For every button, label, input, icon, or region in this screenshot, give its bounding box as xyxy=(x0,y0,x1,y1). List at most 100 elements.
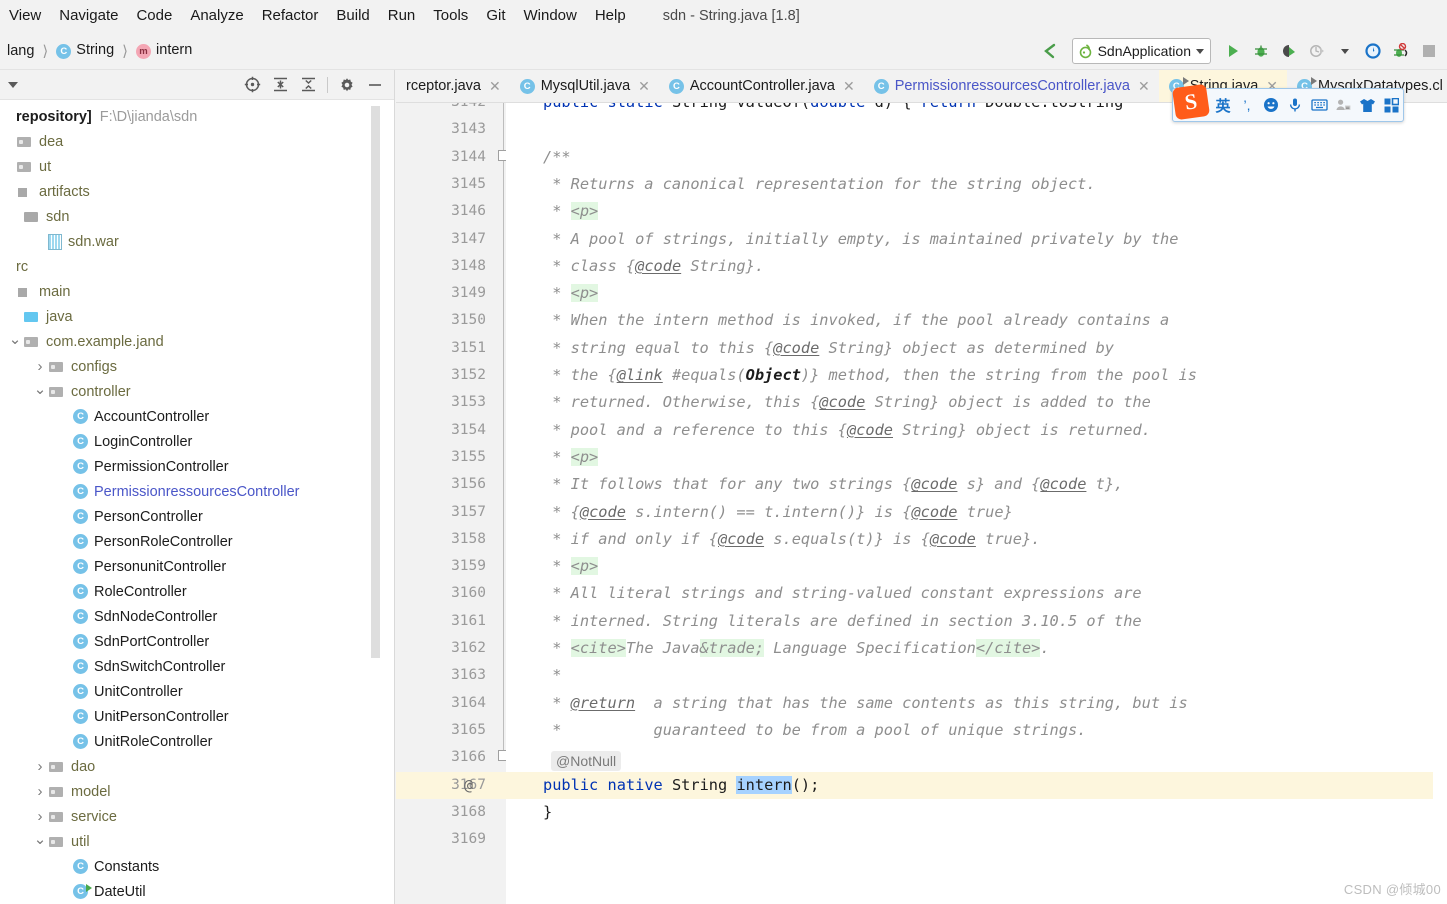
editor-tab[interactable]: rceptor.java ✕ xyxy=(396,70,510,102)
stop-button[interactable] xyxy=(1417,39,1441,63)
chevron-right-icon[interactable] xyxy=(32,783,48,800)
editor-tab[interactable]: C AccountController.java ✕ xyxy=(659,70,864,102)
chevron-down-icon[interactable] xyxy=(32,833,48,851)
annotation-gutter-marker[interactable]: @ xyxy=(464,772,473,799)
tree-row[interactable]: util xyxy=(0,829,380,854)
chevron-down-icon[interactable] xyxy=(32,383,48,401)
code-line[interactable]: * class {@code String}. xyxy=(543,253,764,280)
code-line[interactable]: * <p> xyxy=(543,198,599,225)
tree-row[interactable]: sdn.war xyxy=(0,229,380,254)
tree-row[interactable]: rc xyxy=(0,254,380,279)
menu-help[interactable]: Help xyxy=(586,3,635,29)
menu-git[interactable]: Git xyxy=(477,3,514,29)
ime-voice-input-icon[interactable] xyxy=(1283,92,1307,118)
tree-row[interactable]: C RoleController xyxy=(0,579,380,604)
expand-all-icon[interactable] xyxy=(271,76,289,94)
close-tab-icon[interactable]: ✕ xyxy=(1136,78,1150,95)
tree-row[interactable]: model xyxy=(0,779,380,804)
settings-gear-icon[interactable] xyxy=(338,76,356,94)
tree-row[interactable]: C SdnSwitchController xyxy=(0,654,380,679)
tree-row[interactable]: controller xyxy=(0,379,380,404)
close-tab-icon[interactable]: ✕ xyxy=(841,78,855,95)
sogou-ime-logo[interactable]: S xyxy=(1171,83,1211,121)
code-line[interactable]: * {@code s.intern() == t.intern()} is {@… xyxy=(543,499,1013,526)
debug-button[interactable] xyxy=(1249,39,1273,63)
tree-row[interactable]: C SdnNodeController xyxy=(0,604,380,629)
tree-row[interactable]: C PermissionressourcesController xyxy=(0,479,380,504)
menu-window[interactable]: Window xyxy=(514,3,585,29)
code-line[interactable]: * All literal strings and string-valued … xyxy=(543,580,1141,607)
editor-tab[interactable]: C PermissionressourcesController.java ✕ xyxy=(864,70,1159,102)
chevron-right-icon[interactable] xyxy=(32,808,48,825)
ime-language-mode-icon[interactable]: 英 xyxy=(1211,92,1235,118)
close-tab-icon[interactable]: ✕ xyxy=(636,78,650,95)
tree-row[interactable]: com.example.jand xyxy=(0,329,380,354)
select-opened-file-icon[interactable] xyxy=(243,76,261,94)
code-line[interactable]: public static String valueOf(double d) {… xyxy=(543,103,1123,116)
ime-user-icon[interactable] xyxy=(1331,92,1355,118)
menu-run[interactable]: Run xyxy=(379,3,425,29)
tree-row[interactable]: configs xyxy=(0,354,380,379)
update-running-application-button[interactable] xyxy=(1361,39,1385,63)
close-tab-icon[interactable]: ✕ xyxy=(487,78,501,95)
tree-row[interactable]: C DateUtil xyxy=(0,879,380,904)
run-button[interactable] xyxy=(1221,39,1245,63)
code-line[interactable]: * A pool of strings, initially empty, is… xyxy=(543,226,1178,253)
tree-row[interactable]: C UnitRoleController xyxy=(0,729,380,754)
chevron-down-icon[interactable] xyxy=(8,81,18,88)
code-area[interactable]: 3142 public static String valueOf(double … xyxy=(396,103,1447,904)
tree-row[interactable]: C UnitController xyxy=(0,679,380,704)
tree-row[interactable]: C PermissionController xyxy=(0,454,380,479)
tree-row[interactable]: C AccountController xyxy=(0,404,380,429)
menu-build[interactable]: Build xyxy=(327,3,378,29)
menu-view[interactable]: View xyxy=(0,3,50,29)
chevron-down-icon[interactable] xyxy=(1196,48,1204,54)
chevron-right-icon[interactable] xyxy=(32,358,48,375)
code-line[interactable]: * interned. String literals are defined … xyxy=(543,608,1141,635)
code-line[interactable]: * returned. Otherwise, this {@code Strin… xyxy=(543,389,1151,416)
collapse-all-icon[interactable] xyxy=(299,76,317,94)
tree-row[interactable]: service xyxy=(0,804,380,829)
breadcrumb-item-lang[interactable]: lang xyxy=(4,41,37,61)
menu-tools[interactable]: Tools xyxy=(424,3,477,29)
tree-row[interactable]: C PersonRoleController xyxy=(0,529,380,554)
code-line[interactable]: * guaranteed to be from a pool of unique… xyxy=(543,717,1086,744)
ime-toolbox-icon[interactable] xyxy=(1379,92,1403,118)
run-with-coverage-button[interactable] xyxy=(1277,39,1301,63)
menu-refactor[interactable]: Refactor xyxy=(253,3,328,29)
breadcrumb-item-intern[interactable]: m intern xyxy=(133,40,195,61)
ime-emoji-icon[interactable] xyxy=(1259,92,1283,118)
chevron-right-icon[interactable] xyxy=(32,758,48,775)
profile-button[interactable] xyxy=(1305,39,1329,63)
back-arrow-icon[interactable] xyxy=(1038,39,1062,63)
menu-navigate[interactable]: Navigate xyxy=(50,3,127,29)
code-line[interactable]: * When the intern method is invoked, if … xyxy=(543,307,1169,334)
inlay-hint-notnull[interactable]: @NotNull xyxy=(551,750,622,771)
code-line[interactable]: * <p> xyxy=(543,553,599,580)
code-line[interactable]: * <p> xyxy=(543,444,599,471)
tree-row[interactable]: dea xyxy=(0,129,380,154)
code-line[interactable]: * string equal to this {@code String} ob… xyxy=(543,335,1114,362)
profile-dropdown-caret[interactable] xyxy=(1333,39,1357,63)
tree-row[interactable]: C LoginController xyxy=(0,429,380,454)
code-line[interactable]: public native String intern(); xyxy=(543,772,819,799)
tree-row[interactable]: C PersonController xyxy=(0,504,380,529)
tree-row[interactable]: C PersonunitController xyxy=(0,554,380,579)
code-line[interactable]: * @return a string that has the same con… xyxy=(543,690,1187,717)
project-tree-scrollbar[interactable] xyxy=(371,106,380,658)
code-line[interactable]: * pool and a reference to this {@code St… xyxy=(543,417,1151,444)
tree-row[interactable]: C UnitPersonController xyxy=(0,704,380,729)
code-line[interactable]: * xyxy=(543,662,561,689)
code-line[interactable]: * <cite>The Java&trade; Language Specifi… xyxy=(543,635,1050,662)
ime-soft-keyboard-icon[interactable] xyxy=(1307,92,1331,118)
menu-analyze[interactable]: Analyze xyxy=(181,3,252,29)
tree-row[interactable]: main xyxy=(0,279,380,304)
tree-row[interactable]: repository] F:\D\jianda\sdn xyxy=(0,104,380,129)
code-line[interactable]: * if and only if {@code s.equals(t)} is … xyxy=(543,526,1040,553)
editor-tab[interactable]: C MysqlUtil.java ✕ xyxy=(510,70,659,102)
code-line[interactable]: /** xyxy=(543,144,571,171)
menu-code[interactable]: Code xyxy=(127,3,181,29)
code-line[interactable]: * It follows that for any two strings {@… xyxy=(543,471,1123,498)
project-tree[interactable]: repository] F:\D\jianda\sdn dea ut artifacts… xyxy=(0,100,380,904)
breadcrumb-item-string[interactable]: C String xyxy=(53,40,117,61)
